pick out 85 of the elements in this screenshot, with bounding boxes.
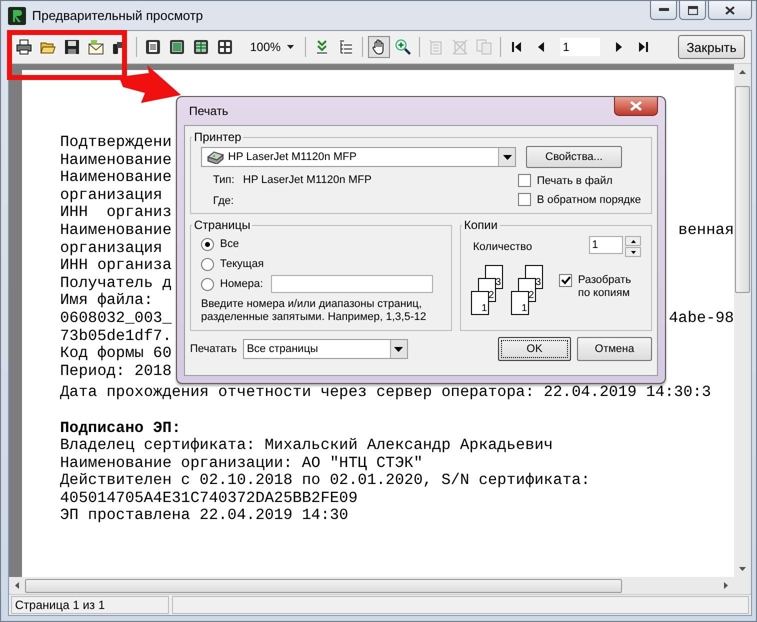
document-line: Получатель д	[60, 274, 172, 292]
radio-label: Все	[220, 238, 239, 250]
maximize-button[interactable]	[679, 1, 706, 20]
arrow-drawing	[119, 65, 181, 103]
document-line: Наименование	[60, 152, 172, 170]
group-label: Копии	[463, 218, 499, 232]
page-stack-drawing: 3 2 1	[471, 265, 505, 317]
document-line: венная	[678, 222, 734, 240]
close-button[interactable]	[708, 1, 752, 20]
document-line: ИНН организа	[60, 257, 172, 275]
document-line: 405014705A4E31C740372DA25BB2FE09	[60, 490, 358, 508]
minimize-button[interactable]	[650, 1, 677, 20]
checkbox[interactable]	[559, 274, 572, 287]
checkbox-label: В обратном порядке	[536, 194, 641, 206]
status-text: Страница 1 из 1	[11, 596, 169, 614]
scrollbar-thumb[interactable]	[25, 578, 622, 592]
radio-button[interactable]	[201, 238, 214, 250]
radio-label: Номера:	[220, 278, 264, 290]
type-value: HP LaserJet M1120n MFP	[243, 174, 372, 186]
page-numbers-field[interactable]	[271, 275, 434, 293]
document-line: Код формы 60	[60, 345, 172, 363]
maximize-icon	[688, 6, 698, 14]
location-label: Где:	[213, 195, 233, 207]
dialog-title: Печать	[189, 104, 228, 118]
scroll-up-icon[interactable]	[739, 70, 746, 74]
printer-icon	[206, 150, 224, 164]
document-line: Подтверждени	[60, 134, 172, 152]
cancel-button[interactable]: Отмена	[577, 337, 652, 361]
print-range-select[interactable]: Все страницы	[242, 339, 408, 359]
scrollbar-thumb[interactable]	[735, 86, 750, 293]
copies-field[interactable]: 1	[589, 236, 623, 254]
document-line: 73b05de1df7.	[60, 328, 172, 346]
ok-button[interactable]: OK	[498, 337, 571, 361]
close-button[interactable]	[614, 97, 658, 116]
scroll-right-icon[interactable]	[724, 582, 728, 589]
radio-button[interactable]	[201, 278, 214, 290]
close-preview-button[interactable]: Закрыть	[678, 35, 745, 59]
document-line: Период: 2018	[60, 362, 172, 380]
document-line: Действителен с 02.10.2018 по 02.01.2020, S/N сертификата:	[60, 472, 590, 490]
group-label: Принтер	[193, 130, 242, 144]
zoom-select[interactable]: 100%	[244, 37, 300, 57]
page-stack-drawing: 3 2 1	[511, 265, 545, 317]
document-line: организация	[60, 240, 162, 258]
decrement-icon[interactable]	[625, 247, 641, 257]
radio-label: Текущая	[220, 258, 264, 270]
document-heading: Подписано ЭП:	[60, 420, 181, 438]
scroll-left-icon[interactable]	[15, 582, 19, 589]
radio-button[interactable]	[201, 258, 214, 270]
properties-button[interactable]: Свойства...	[526, 146, 622, 168]
increment-icon[interactable]	[625, 236, 641, 246]
vertical-scrollbar[interactable]	[734, 64, 751, 577]
checkbox[interactable]	[518, 174, 531, 187]
dropdown-icon	[286, 45, 294, 49]
app-logo-icon	[8, 6, 26, 24]
minimize-icon	[658, 8, 668, 12]
hint-text: Введите номера и/или диапазоны страниц, разделенные запятыми. Например, 1,3,5-12	[201, 298, 428, 324]
document-line: ЭП проставлена 22.04.2019 14:30	[60, 507, 348, 526]
document-line: Наименование организации: АО "НТЦ СТЭК"	[60, 454, 423, 472]
checkbox-label: Печать в файл	[536, 174, 613, 186]
dropdown-icon[interactable]	[498, 148, 515, 166]
checkbox[interactable]	[518, 193, 531, 206]
horizontal-scrollbar[interactable]	[9, 577, 751, 594]
copies-label: Количество	[473, 240, 532, 252]
printer-name: HP LaserJet M1120n MFP	[228, 151, 357, 163]
document-line: Имя файла:	[60, 292, 154, 310]
printer-select[interactable]: HP LaserJet M1120n MFP	[201, 147, 516, 167]
close-icon	[725, 6, 735, 14]
close-icon	[630, 101, 642, 111]
document-line: организация	[60, 186, 162, 204]
dropdown-icon[interactable]	[390, 340, 407, 358]
document-line: 0608032_003_	[60, 310, 172, 328]
document-line: Наименование	[60, 222, 172, 240]
type-label: Тип:	[213, 174, 233, 186]
document-line: ИНН организ	[60, 204, 172, 222]
checkbox-label: Разобрать по копиям	[578, 274, 632, 300]
scroll-down-icon[interactable]	[739, 567, 746, 571]
group-label: Страницы	[193, 218, 252, 232]
document-line: 4abe-98	[668, 310, 734, 328]
document-line: Владелец сертификата: Михальский Александр Аркадьевич	[60, 437, 553, 455]
document-line: Наименование	[60, 169, 172, 187]
document-line: Дата прохождения отчетности через сервер оператора: 22.04.2019 14:30:3	[60, 384, 712, 402]
page-number-field[interactable]: 1	[560, 38, 600, 56]
hand-icon[interactable]	[368, 36, 390, 58]
print-range-label: Печатать	[190, 343, 237, 355]
window-title: Предварительный просмотр	[32, 8, 204, 23]
